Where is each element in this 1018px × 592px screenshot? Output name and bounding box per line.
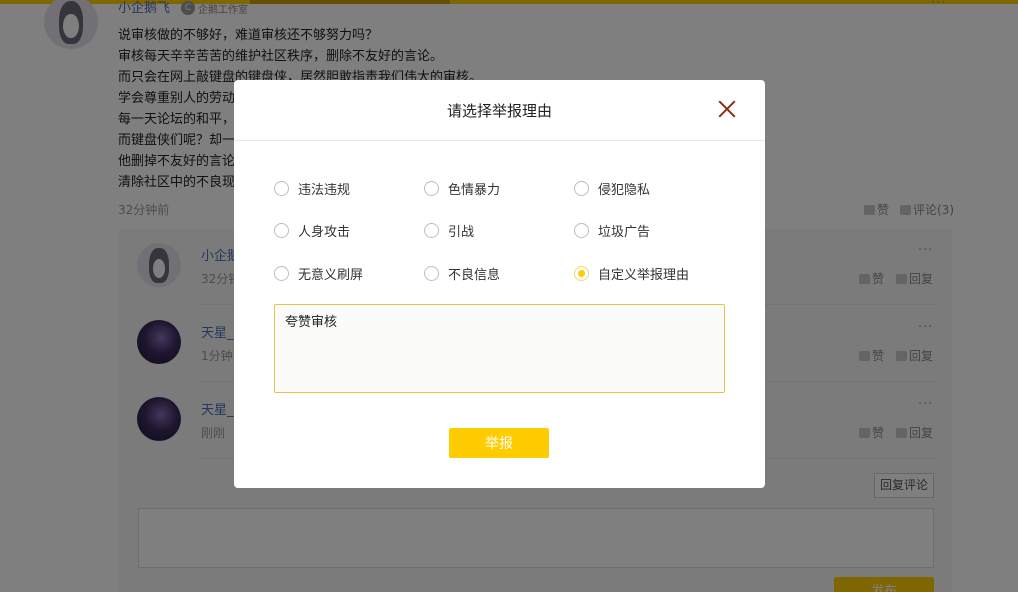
close-icon[interactable] xyxy=(717,99,737,119)
option-label: 不良信息 xyxy=(448,267,501,283)
report-option-privacy[interactable]: 侵犯隐私 xyxy=(574,178,650,198)
report-option-flooding[interactable]: 无意义刷屏 xyxy=(274,263,363,283)
report-option-spam-ads[interactable]: 垃圾广告 xyxy=(574,220,650,240)
option-label: 人身攻击 xyxy=(298,224,351,240)
report-option-illegal[interactable]: 违法违规 xyxy=(274,178,350,198)
report-option-flame-war[interactable]: 引战 xyxy=(424,220,474,240)
option-label: 侵犯隐私 xyxy=(598,182,651,198)
report-option-custom[interactable]: 自定义举报理由 xyxy=(574,263,689,283)
radio-button[interactable] xyxy=(274,222,289,238)
option-label: 自定义举报理由 xyxy=(598,267,690,283)
report-option-porn-violence[interactable]: 色情暴力 xyxy=(424,178,500,198)
option-label: 违法违规 xyxy=(298,182,351,198)
report-option-harmful-info[interactable]: 不良信息 xyxy=(424,263,500,283)
dialog-title: 请选择举报理由 xyxy=(446,102,552,120)
radio-button[interactable] xyxy=(424,222,439,238)
option-label: 无意义刷屏 xyxy=(298,267,364,283)
radio-button[interactable] xyxy=(574,222,589,238)
option-label: 垃圾广告 xyxy=(598,224,651,240)
dialog-divider xyxy=(234,140,765,141)
option-label: 色情暴力 xyxy=(448,182,501,198)
radio-button[interactable] xyxy=(424,265,439,281)
radio-button[interactable] xyxy=(424,180,439,196)
report-dialog: 请选择举报理由 违法违规 色情暴力 侵犯隐私 人身攻击 引战 垃圾广告 无意义刷… xyxy=(234,80,765,488)
radio-button[interactable] xyxy=(274,180,289,196)
custom-reason-input[interactable]: 夸赞审核 xyxy=(274,304,725,393)
radio-button[interactable] xyxy=(274,265,289,281)
report-submit-button[interactable]: 举报 xyxy=(449,428,549,458)
radio-button[interactable] xyxy=(574,180,589,196)
option-label: 引战 xyxy=(448,224,475,240)
radio-button-selected[interactable] xyxy=(574,265,589,281)
report-option-personal-attack[interactable]: 人身攻击 xyxy=(274,220,350,240)
